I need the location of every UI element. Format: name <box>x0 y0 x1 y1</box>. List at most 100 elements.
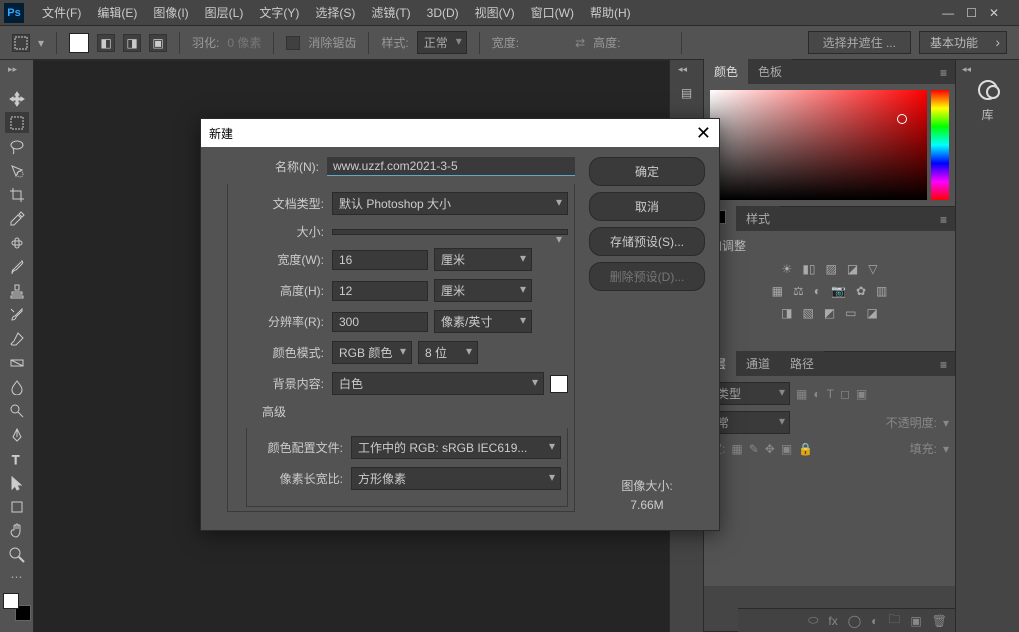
path-select-tool[interactable] <box>5 472 29 493</box>
marquee-new-icon[interactable] <box>69 33 89 53</box>
tool-preset-menu[interactable] <box>12 34 30 52</box>
menu-file[interactable]: 文件(F) <box>34 4 89 21</box>
brightness-icon[interactable]: ☀ <box>782 262 793 276</box>
menu-view[interactable]: 视图(V) <box>467 4 523 21</box>
hue-slider[interactable] <box>931 90 949 200</box>
workspace-select[interactable]: 基本功能 <box>919 31 1007 54</box>
save-preset-button[interactable]: 存储预设(S)... <box>589 227 705 256</box>
marquee-subtract-icon[interactable]: ◨ <box>123 34 141 52</box>
library-label[interactable]: 库 <box>981 106 993 123</box>
hand-tool[interactable] <box>5 520 29 541</box>
exposure-icon[interactable]: ◪ <box>847 262 858 276</box>
dialog-close-icon[interactable]: ✕ <box>696 123 711 144</box>
pen-tool[interactable] <box>5 424 29 445</box>
mixer-icon[interactable]: ✿ <box>856 284 866 298</box>
invert-icon[interactable]: ◨ <box>781 306 792 320</box>
tab-color[interactable]: 颜色 <box>704 59 748 84</box>
tab-paths[interactable]: 路径 <box>780 351 824 376</box>
colormode-select[interactable]: RGB 颜色 <box>332 341 412 364</box>
vibrance-icon[interactable]: ▽ <box>868 262 877 276</box>
lock-paint-icon[interactable]: ✎ <box>749 442 759 456</box>
eyedropper-tool[interactable] <box>5 208 29 229</box>
profile-select[interactable]: 工作中的 RGB: sRGB IEC619... <box>351 436 561 459</box>
new-layer-icon[interactable]: ▣ <box>910 614 921 628</box>
opacity-dropdown-icon[interactable]: ▾ <box>943 416 949 430</box>
style-select[interactable]: 正常 <box>417 31 467 54</box>
shape-tool[interactable] <box>5 496 29 517</box>
blur-tool[interactable] <box>5 376 29 397</box>
crop-tool[interactable] <box>5 184 29 205</box>
lib-collapse-icon[interactable]: ◂◂ <box>962 64 971 75</box>
window-minimize-icon[interactable]: — <box>942 6 954 20</box>
delete-layer-icon[interactable]: 🗑 <box>932 614 947 628</box>
bgcontent-select[interactable]: 白色 <box>332 372 544 395</box>
filter-type-icon[interactable]: T <box>827 387 834 401</box>
swap-wh-icon[interactable]: ⇄ <box>575 36 585 50</box>
layer-kind-select[interactable]: 类型 <box>710 382 790 405</box>
bw-icon[interactable]: ◐ <box>814 284 821 298</box>
history-panel-icon[interactable]: ▤ <box>674 80 700 106</box>
height-input[interactable]: 12 <box>332 281 428 301</box>
fill-dropdown-icon[interactable]: ▾ <box>943 442 949 456</box>
lookup-icon[interactable]: ▥ <box>876 284 887 298</box>
color-picker[interactable] <box>710 90 949 200</box>
window-close-icon[interactable]: ✕ <box>989 6 999 20</box>
menu-3d[interactable]: 3D(D) <box>419 6 467 20</box>
filter-adjust-icon[interactable]: ◐ <box>813 387 820 401</box>
lock-trans-icon[interactable]: ▦ <box>731 442 742 456</box>
fg-color-swatch[interactable] <box>3 593 19 609</box>
threshold-icon[interactable]: ◩ <box>824 306 835 320</box>
panel-menu-icon[interactable]: ≡ <box>932 354 955 376</box>
curves-icon[interactable]: ▨ <box>826 262 837 276</box>
healing-tool[interactable] <box>5 232 29 253</box>
name-input[interactable]: www.uzzf.com2021-3-5 <box>327 157 575 176</box>
marquee-intersect-icon[interactable]: ▣ <box>149 34 167 52</box>
cc-libraries-icon[interactable] <box>978 80 998 100</box>
marquee-add-icon[interactable]: ◧ <box>97 34 115 52</box>
tab-channels[interactable]: 通道 <box>736 351 780 376</box>
stamp-tool[interactable] <box>5 280 29 301</box>
menu-layer[interactable]: 图层(L) <box>197 4 252 21</box>
doctype-select[interactable]: 默认 Photoshop 大小 <box>332 192 568 215</box>
selective-icon[interactable]: ◪ <box>867 306 878 320</box>
lock-pos-icon[interactable]: ✥ <box>765 442 775 456</box>
lasso-tool[interactable] <box>5 136 29 157</box>
bgcolor-swatch[interactable] <box>550 375 568 393</box>
color-field[interactable] <box>710 90 927 200</box>
type-tool[interactable]: T <box>5 448 29 469</box>
quick-select-tool[interactable] <box>5 160 29 181</box>
menu-window[interactable]: 窗口(W) <box>523 4 582 21</box>
posterize-icon[interactable]: ▧ <box>802 306 813 320</box>
fg-bg-swatch[interactable] <box>3 593 31 621</box>
photo-filter-icon[interactable]: 📷 <box>831 284 846 298</box>
window-maximize-icon[interactable]: ☐ <box>966 6 977 20</box>
tool-more-icon[interactable]: ⋯ <box>11 570 23 584</box>
move-tool[interactable] <box>5 88 29 109</box>
colordepth-select[interactable]: 8 位 <box>418 341 478 364</box>
mask-icon[interactable]: ◯ <box>848 614 861 628</box>
filter-pixel-icon[interactable]: ▦ <box>796 387 807 401</box>
ok-button[interactable]: 确定 <box>589 157 705 186</box>
balance-icon[interactable]: ⚖ <box>793 284 804 298</box>
menu-select[interactable]: 选择(S) <box>307 4 363 21</box>
filter-smart-icon[interactable]: ▣ <box>856 387 867 401</box>
fx-icon[interactable]: fx <box>828 614 837 628</box>
levels-icon[interactable]: ▮▯ <box>802 262 815 276</box>
height-unit-select[interactable]: 厘米 <box>434 279 532 302</box>
dodge-tool[interactable] <box>5 400 29 421</box>
tab-swatches[interactable]: 色板 <box>748 59 792 84</box>
dialog-titlebar[interactable]: 新建 ✕ <box>201 119 719 147</box>
gradient-map-icon[interactable]: ▭ <box>845 306 856 320</box>
panel-collapse-icon[interactable]: ◂◂ <box>678 64 687 75</box>
width-unit-select[interactable]: 厘米 <box>434 248 532 271</box>
cancel-button[interactable]: 取消 <box>589 192 705 221</box>
width-input[interactable]: 16 <box>332 250 428 270</box>
panel-menu-icon[interactable]: ≡ <box>932 209 955 231</box>
history-brush-tool[interactable] <box>5 304 29 325</box>
aspect-select[interactable]: 方形像素 <box>351 467 561 490</box>
dropdown-icon[interactable]: ▾ <box>38 36 44 50</box>
resolution-unit-select[interactable]: 像素/英寸 <box>434 310 532 333</box>
toolbox-collapse-icon[interactable]: ▸▸ <box>8 64 17 75</box>
group-icon[interactable]: 🗀 <box>888 610 900 631</box>
filter-shape-icon[interactable]: ◻ <box>840 387 850 401</box>
